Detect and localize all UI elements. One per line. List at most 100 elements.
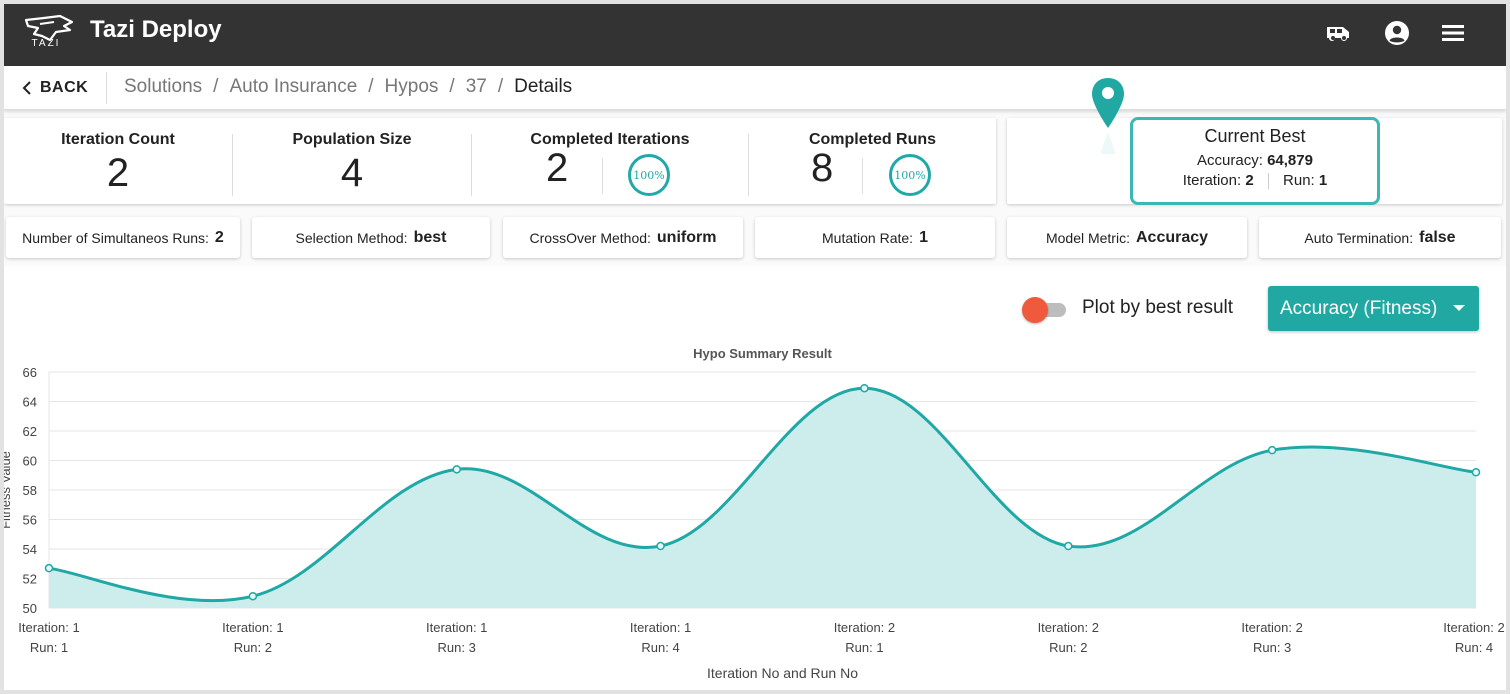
divider xyxy=(862,158,863,194)
breadcrumb-separator: / xyxy=(497,76,504,97)
x-axis-label: Iteration No and Run No xyxy=(707,665,858,681)
param-model-metric: Model Metric: Accuracy xyxy=(1007,217,1247,258)
stat-label: Population Size xyxy=(292,131,412,148)
x-tick-label: Iteration: 2 xyxy=(834,620,895,635)
current-best-box: Current Best Accuracy: 64,879 Iteration:… xyxy=(1130,117,1380,205)
breadcrumb: Solutions / Auto Insurance / Hypos / 37 … xyxy=(124,76,572,98)
menu-icon[interactable] xyxy=(1438,18,1468,48)
param-mutation-rate: Mutation Rate: 1 xyxy=(755,217,995,258)
param-selection-method: Selection Method: best xyxy=(252,217,490,258)
stat-label: Completed Iterations xyxy=(530,131,690,148)
data-point xyxy=(248,591,258,601)
accuracy-value: 64,879 xyxy=(1267,152,1313,169)
metric-dropdown[interactable]: Accuracy (Fitness) xyxy=(1268,286,1479,331)
current-best-title: Current Best xyxy=(1204,126,1306,146)
param-label: Auto Termination: xyxy=(1304,229,1414,246)
top-app-bar: TAZI Tazi Deploy xyxy=(4,4,1506,66)
breadcrumb-separator: / xyxy=(213,76,219,97)
account-icon[interactable] xyxy=(1382,18,1412,48)
caret-down-icon xyxy=(1453,305,1465,311)
x-tick-label: Run: 3 xyxy=(438,640,476,655)
data-point xyxy=(1471,468,1481,477)
param-crossover-method: CrossOver Method: uniform xyxy=(503,217,743,258)
x-tick-label: Iteration: 2 xyxy=(1443,620,1504,635)
param-value: false xyxy=(1419,228,1456,246)
iteration-value: 2 xyxy=(1245,172,1254,189)
stats-card: Iteration Count 2 Population Size 4 Comp… xyxy=(4,118,996,204)
breadcrumb-separator: / xyxy=(368,76,374,97)
hypo-summary-chart: Hypo Summary Result 50 52 54 56 58 60 62 64 66 Ite… xyxy=(4,346,1505,681)
stat-completed-iterations: Completed Iterations 2 100% xyxy=(472,118,748,204)
tazi-logo-icon[interactable] xyxy=(20,12,76,56)
x-tick-label: Run: 4 xyxy=(1455,640,1493,655)
app-title: Tazi Deploy xyxy=(90,16,222,43)
current-best-position: Iteration: 2 Run: 1 xyxy=(1133,172,1377,190)
breadcrumb-current: Details xyxy=(514,76,573,97)
iteration-label: Iteration: xyxy=(1182,172,1242,189)
param-value: 1 xyxy=(919,228,928,246)
y-tick-label: 58 xyxy=(23,483,37,498)
breadcrumb-bar: BACK Solutions / Auto Insurance / Hypos … xyxy=(4,66,1506,110)
stat-label: Iteration Count xyxy=(61,131,175,148)
param-label: Model Metric: xyxy=(1045,229,1130,246)
chevron-left-icon xyxy=(22,81,31,95)
param-value: uniform xyxy=(656,228,717,246)
back-button[interactable]: BACK xyxy=(16,75,94,101)
stat-value: 4 xyxy=(340,151,364,195)
plot-by-best-toggle[interactable] xyxy=(1022,295,1070,323)
y-tick-label: 66 xyxy=(23,365,37,380)
y-tick-label: 60 xyxy=(23,454,37,469)
chart-panel: Plot by best result Accuracy (Fitness) H… xyxy=(4,266,1506,690)
current-best-accuracy: Accuracy: 64,879 xyxy=(1133,152,1377,169)
breadcrumb-auto-insurance[interactable]: Auto Insurance xyxy=(229,76,357,98)
x-tick-label: Run: 3 xyxy=(1253,640,1291,655)
breadcrumb-hypo-id[interactable]: 37 xyxy=(466,76,487,98)
x-tick-label: Run: 2 xyxy=(1049,640,1087,655)
param-label: CrossOver Method: xyxy=(529,229,651,246)
stat-population-size: Population Size 4 xyxy=(233,118,471,204)
data-point xyxy=(860,383,869,393)
series-area xyxy=(49,388,1476,608)
back-label: BACK xyxy=(40,79,89,96)
progress-ring: 100% xyxy=(628,154,670,196)
data-point xyxy=(656,541,665,551)
stat-iteration-count: Iteration Count 2 xyxy=(4,118,232,204)
divider xyxy=(602,158,603,194)
accuracy-label: Accuracy: xyxy=(1197,152,1263,169)
van-icon[interactable] xyxy=(1324,18,1354,48)
y-tick-label: 50 xyxy=(23,601,37,616)
run-value: 1 xyxy=(1318,172,1328,189)
y-tick-label: 64 xyxy=(23,395,37,410)
y-axis-label: Fitness Value xyxy=(4,451,13,529)
x-tick-label: Iteration: 2 xyxy=(1038,620,1099,635)
x-tick-label: Run: 1 xyxy=(30,640,68,655)
breadcrumb-solutions[interactable]: Solutions xyxy=(124,76,202,98)
x-tick-label: Run: 2 xyxy=(234,640,272,655)
param-value: best xyxy=(413,228,447,246)
x-tick-label: Iteration: 1 xyxy=(426,620,487,635)
location-pin-icon xyxy=(1092,78,1124,154)
x-tick-label: Iteration: 1 xyxy=(18,620,79,635)
data-point xyxy=(44,563,54,573)
divider xyxy=(106,72,107,104)
data-point xyxy=(452,465,461,474)
plot-by-best-label: Plot by best result xyxy=(1082,297,1234,318)
x-tick-label: Run: 4 xyxy=(641,640,679,655)
app-frame: TAZI Tazi Deploy BACK Solutions / Auto I… xyxy=(4,4,1506,690)
x-tick-label: Iteration: 1 xyxy=(630,620,691,635)
x-tick-label: Iteration: 2 xyxy=(1241,620,1302,635)
param-label: Number of Simultaneos Runs: xyxy=(22,229,209,246)
param-label: Mutation Rate: xyxy=(822,229,914,246)
chart-title: Hypo Summary Result xyxy=(693,346,832,361)
param-auto-termination: Auto Termination: false xyxy=(1259,217,1501,258)
y-tick-label: 52 xyxy=(23,572,37,587)
run-label: Run: xyxy=(1283,172,1315,189)
logo-text: TAZI xyxy=(31,38,61,49)
param-simultaneous-runs: Number of Simultaneos Runs: 2 xyxy=(6,217,240,258)
x-tick-label: Iteration: 1 xyxy=(222,620,283,635)
breadcrumb-hypos[interactable]: Hypos xyxy=(385,76,439,98)
stat-value: 2 xyxy=(546,146,569,190)
divider xyxy=(1267,173,1269,190)
stat-value: 8 xyxy=(811,146,834,190)
y-tick-label: 54 xyxy=(23,542,37,557)
